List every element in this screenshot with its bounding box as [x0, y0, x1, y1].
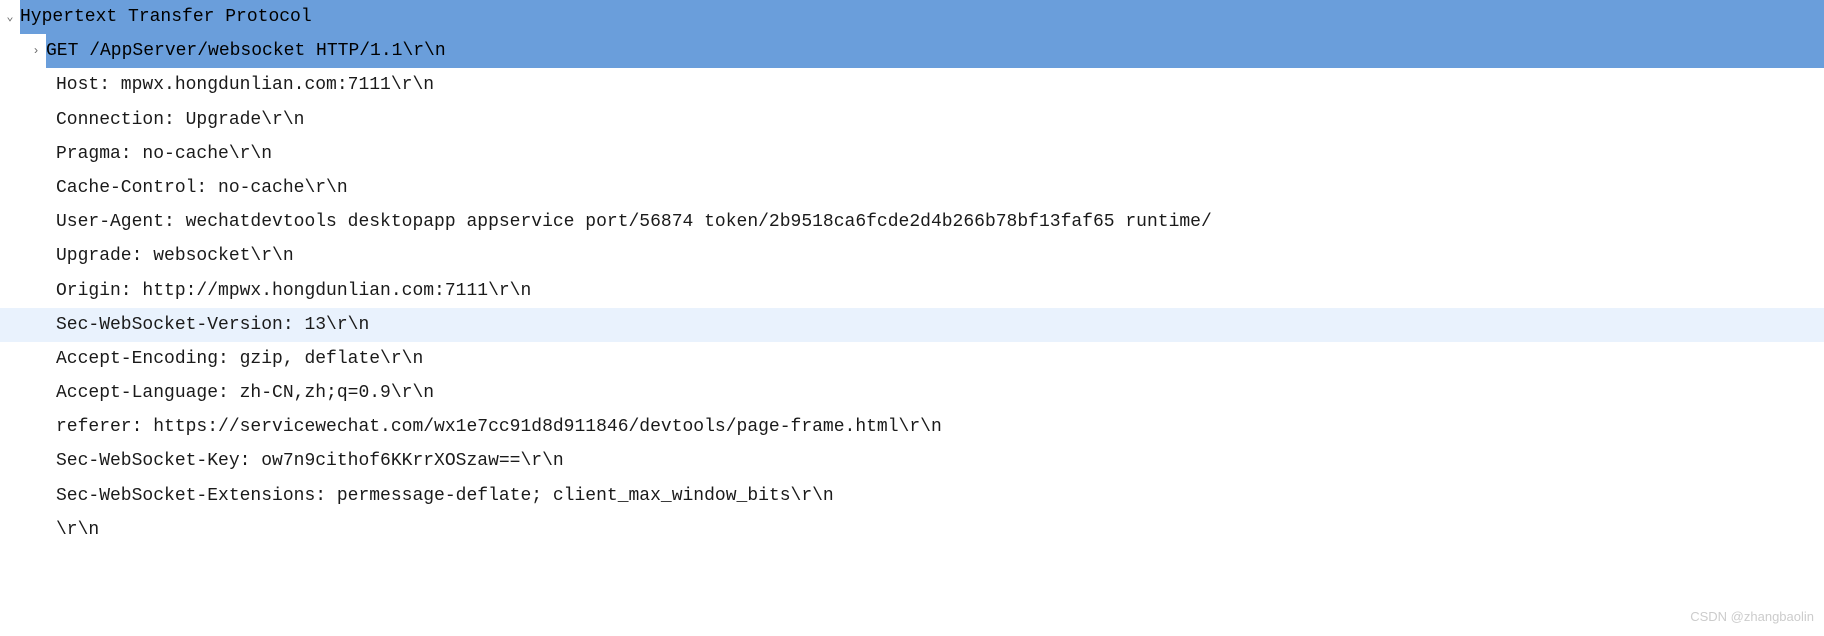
header-value: Sec-WebSocket-Key: ow7n9cithof6KKrrXOSza… — [56, 444, 1824, 478]
request-line-row[interactable]: › GET /AppServer/websocket HTTP/1.1\r\n — [0, 34, 1824, 68]
protocol-title: Hypertext Transfer Protocol — [20, 0, 1824, 34]
header-value: Host: mpwx.hongdunlian.com:7111\r\n — [56, 68, 1824, 102]
header-row[interactable]: Sec-WebSocket-Key: ow7n9cithof6KKrrXOSza… — [0, 444, 1824, 478]
header-value: referer: https://servicewechat.com/wx1e7… — [56, 410, 1824, 444]
header-row[interactable]: Accept-Encoding: gzip, deflate\r\n — [0, 342, 1824, 376]
header-value: \r\n — [56, 513, 1824, 547]
header-row[interactable]: Accept-Language: zh-CN,zh;q=0.9\r\n — [0, 376, 1824, 410]
watermark: CSDN @zhangbaolin — [1690, 605, 1814, 630]
header-row[interactable]: Connection: Upgrade\r\n — [0, 103, 1824, 137]
header-row[interactable]: Origin: http://mpwx.hongdunlian.com:7111… — [0, 274, 1824, 308]
header-row[interactable]: Sec-WebSocket-Version: 13\r\n — [0, 308, 1824, 342]
request-line: GET /AppServer/websocket HTTP/1.1\r\n — [46, 34, 1824, 68]
header-value: Origin: http://mpwx.hongdunlian.com:7111… — [56, 274, 1824, 308]
header-row[interactable]: Upgrade: websocket\r\n — [0, 239, 1824, 273]
header-value: Accept-Language: zh-CN,zh;q=0.9\r\n — [56, 376, 1824, 410]
header-row[interactable]: \r\n — [0, 513, 1824, 547]
header-value: Upgrade: websocket\r\n — [56, 239, 1824, 273]
header-value: Accept-Encoding: gzip, deflate\r\n — [56, 342, 1824, 376]
header-row[interactable]: Cache-Control: no-cache\r\n — [0, 171, 1824, 205]
protocol-title-row[interactable]: ⌄ Hypertext Transfer Protocol — [0, 0, 1824, 34]
header-row[interactable]: Sec-WebSocket-Extensions: permessage-def… — [0, 479, 1824, 513]
chevron-down-icon[interactable]: ⌄ — [0, 6, 20, 29]
header-value: User-Agent: wechatdevtools desktopapp ap… — [56, 205, 1824, 239]
chevron-right-icon[interactable]: › — [26, 40, 46, 63]
header-value: Cache-Control: no-cache\r\n — [56, 171, 1824, 205]
header-value: Sec-WebSocket-Extensions: permessage-def… — [56, 479, 1824, 513]
header-row[interactable]: Host: mpwx.hongdunlian.com:7111\r\n — [0, 68, 1824, 102]
header-row[interactable]: User-Agent: wechatdevtools desktopapp ap… — [0, 205, 1824, 239]
header-row[interactable]: referer: https://servicewechat.com/wx1e7… — [0, 410, 1824, 444]
header-value: Pragma: no-cache\r\n — [56, 137, 1824, 171]
header-row[interactable]: Pragma: no-cache\r\n — [0, 137, 1824, 171]
header-value: Sec-WebSocket-Version: 13\r\n — [56, 308, 1824, 342]
header-value: Connection: Upgrade\r\n — [56, 103, 1824, 137]
